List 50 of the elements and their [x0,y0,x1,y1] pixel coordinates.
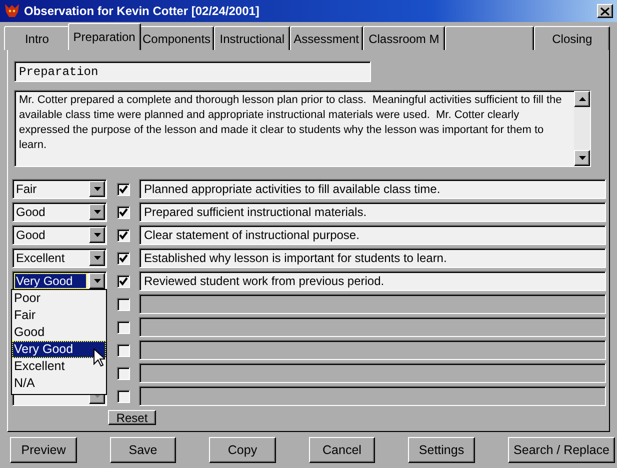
dropdown-option[interactable]: Very Good [12,341,106,358]
caret-up-icon [578,97,586,101]
caret-down-icon [94,210,100,214]
action-button[interactable]: Preview [10,437,77,463]
action-button[interactable]: Search / Replace [508,437,615,463]
tab[interactable]: Classroom M [362,26,446,50]
checkbox[interactable] [117,182,130,196]
rating-dropdown[interactable]: Good [12,202,107,222]
window-title: Observation for Kevin Cotter [02/24/2001] [24,4,260,18]
action-button[interactable]: Settings [408,437,475,463]
rating-dropdown[interactable]: Fair [12,179,107,199]
caret-down-icon [94,187,100,191]
dropdown-option[interactable]: Poor [12,290,106,307]
checkbox[interactable] [117,206,130,218]
tab[interactable]: Assessment [290,26,363,50]
dropdown-option[interactable]: Excellent [12,358,106,375]
section-name-field[interactable]: Preparation [14,61,371,82]
tab[interactable]: Instructional [214,26,290,50]
tab[interactable] [445,26,534,50]
rating-dropdown[interactable]: Excellent [12,248,107,268]
comments-textarea[interactable]: Mr. Cotter prepared a complete and thorough lesson plan prior to class. Meaningful activities sufficient to fill the available class time were planned and appropriate instructional materials were used. Mr. Cotter clearly expressed the purpose of the lesson and made it clear to students why the lesson was important for them to learn. [14,90,591,167]
checkbox[interactable] [117,274,130,288]
tab[interactable]: Closing [534,26,610,50]
tab[interactable]: Intro [4,26,70,50]
action-button[interactable]: Copy [209,437,276,463]
checkbox[interactable] [117,228,130,242]
caret-down-icon [94,256,100,260]
checkbox[interactable] [117,252,130,264]
close-button[interactable] [597,4,613,18]
rating-dropdown[interactable]: Good [12,225,107,245]
dropdown-option[interactable]: Good [12,324,106,341]
rating-dropdown[interactable]: Very Good [12,271,107,291]
scroll-up-button[interactable] [574,91,590,107]
criterion-field[interactable]: Clear statement of instructional purpose. [139,225,606,245]
criterion-field[interactable]: Reviewed student work from previous period. [139,271,606,291]
app-icon [4,3,20,19]
caret-down-icon [578,156,586,160]
reset-button[interactable]: Reset [108,410,156,425]
criterion-field[interactable]: Planned appropriate activities to fill available class time. [139,179,606,199]
tab[interactable]: Preparation [68,23,141,50]
scroll-down-button[interactable] [574,150,590,166]
dropdown-option[interactable]: Fair [12,307,106,324]
action-button[interactable]: Save [110,437,176,463]
criterion-field[interactable]: Established why lesson is important for students to learn. [139,248,606,268]
caret-down-icon [94,279,100,283]
action-button[interactable]: Cancel [309,437,375,463]
criterion-field[interactable]: Prepared sufficient instructional materials. [139,202,606,222]
tab[interactable]: Components [138,26,214,50]
dropdown-option[interactable]: N/A [12,375,106,392]
caret-down-icon [94,233,100,237]
